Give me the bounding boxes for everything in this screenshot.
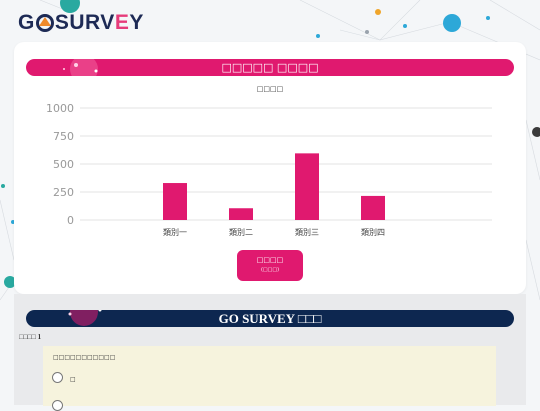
y-tick-label: 0 [67, 214, 74, 227]
y-tick-label: 1000 [46, 102, 74, 115]
results-banner: □□□□□ □□□□ [26, 59, 514, 76]
option-radio-1[interactable] [52, 372, 63, 383]
view-results-button-sublabel: (□□□) [260, 267, 280, 273]
x-tick-label: 類別一 [163, 227, 187, 237]
bar-4 [361, 195, 385, 220]
survey-banner-title: GO SURVEY □□□ [218, 311, 322, 326]
question-text: □□□□□□□□□□□ [53, 354, 116, 361]
logo-text-e: E [114, 11, 130, 34]
question-box: □□□□□□□□□□□ □ [43, 346, 496, 411]
results-bar-chart: 0 250 500 750 1000 類別一 類別二 類別三 類別四 [46, 102, 492, 237]
bar-1 [163, 183, 187, 220]
logo-text-y: Y [129, 11, 144, 34]
x-tick-label: 類別二 [229, 227, 253, 237]
go-survey-logo[interactable]: G SURV E Y [18, 10, 144, 36]
x-tick-label: 類別四 [361, 227, 385, 237]
view-results-button[interactable]: □□□□ (□□□) [237, 250, 303, 281]
y-tick-label: 250 [53, 186, 74, 199]
option-radio-2[interactable] [52, 400, 63, 411]
y-tick-label: 750 [53, 130, 74, 143]
x-tick-label: 類別三 [295, 227, 319, 237]
bar-2 [229, 208, 253, 220]
view-results-button-label: □□□□ [256, 256, 284, 264]
results-banner-title: □□□□□ □□□□ [221, 61, 319, 74]
option-label-1: □ [70, 376, 76, 383]
survey-logo-mark-icon [35, 14, 54, 32]
y-tick-label: 500 [53, 158, 74, 171]
logo-text-g: G [18, 11, 35, 34]
bar-3 [295, 153, 319, 220]
logo-text-surv: SURV [54, 11, 115, 34]
chart-title: □□□□ [256, 85, 284, 93]
question-label: □□□□ 1 [19, 333, 42, 341]
survey-banner: GO SURVEY □□□ [26, 310, 514, 327]
